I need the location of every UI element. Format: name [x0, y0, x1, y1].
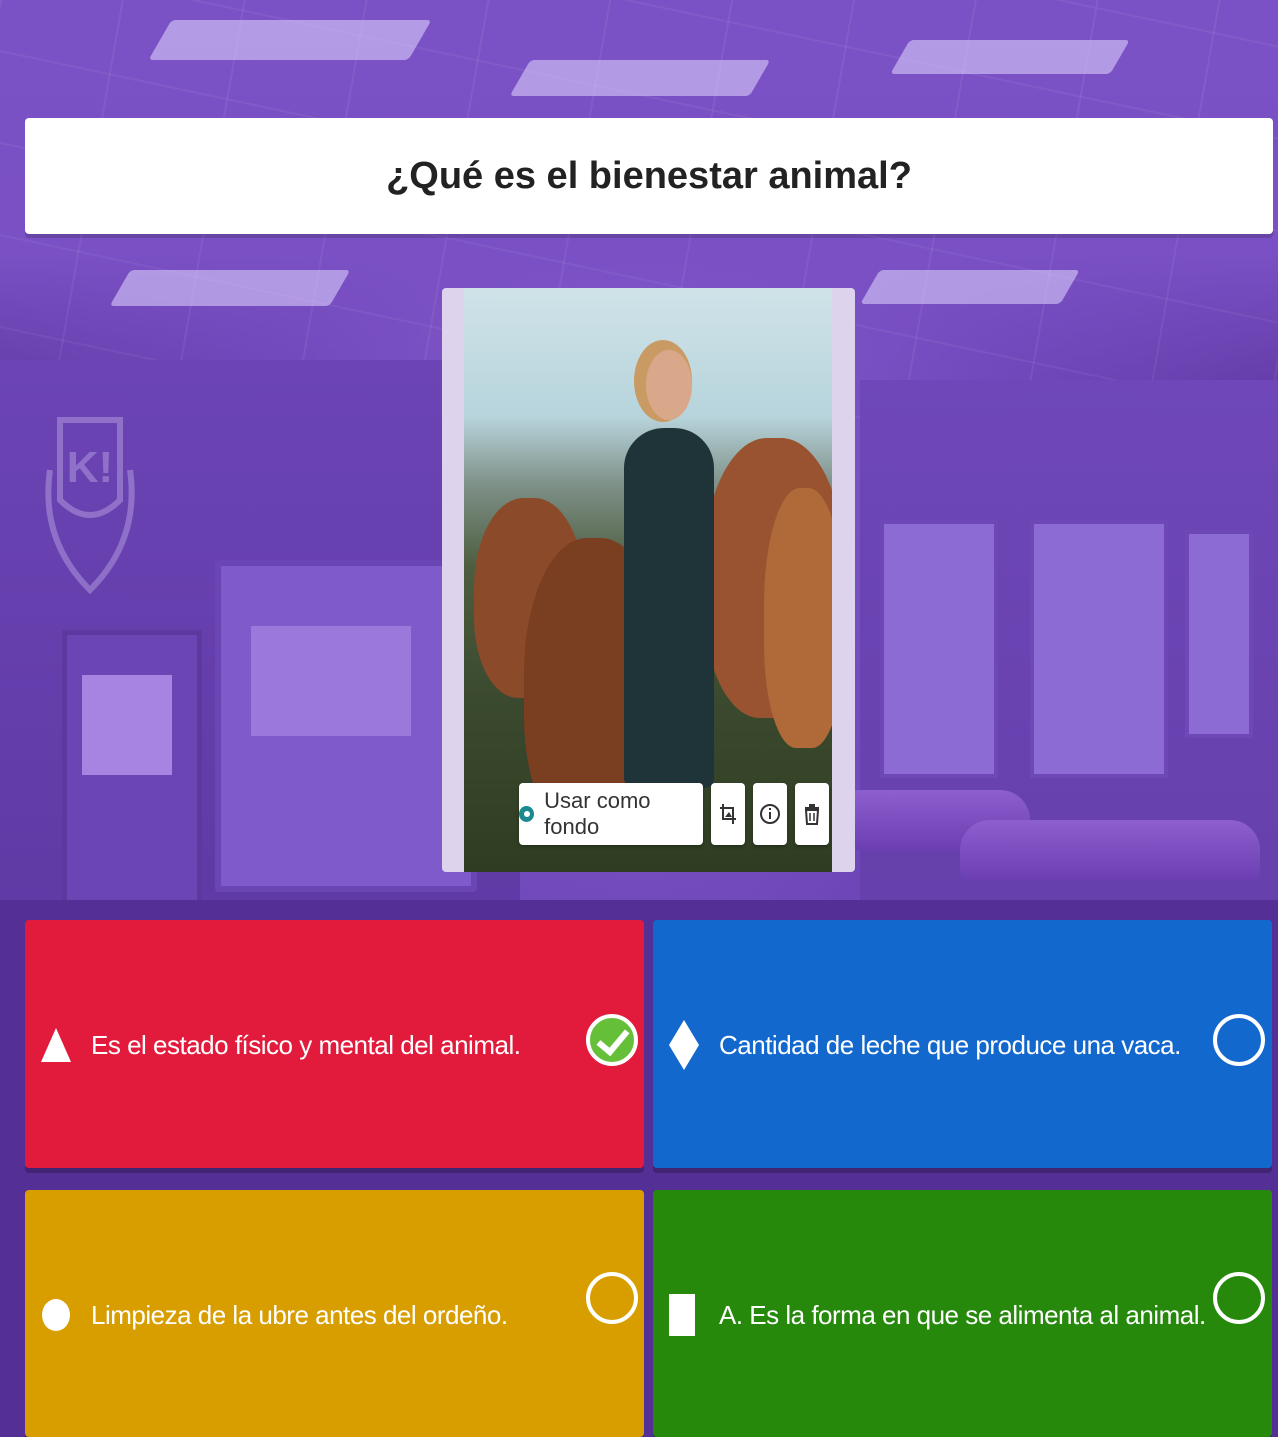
answer-option-1[interactable]: Es el estado físico y mental del animal.	[25, 920, 644, 1168]
answer-text: Cantidad de leche que produce una vaca.	[719, 1030, 1181, 1060]
question-title-bar[interactable]: ¿Qué es el bienestar animal?	[25, 118, 1273, 234]
circle-icon	[42, 1299, 70, 1331]
answer-text: Es el estado físico y mental del animal.	[91, 1030, 521, 1060]
answer-check-icon[interactable]	[1213, 1272, 1265, 1324]
person-shape	[624, 428, 714, 788]
use-as-background-button[interactable]: Usar como fondo	[519, 783, 703, 845]
kahoot-crest-icon: K!	[45, 417, 135, 595]
answer-option-4[interactable]: A. Es la forma en que se alimenta al ani…	[653, 1190, 1272, 1437]
crop-icon	[720, 804, 736, 824]
svg-text:K!: K!	[67, 443, 113, 492]
ceiling-light	[890, 40, 1130, 74]
use-as-background-label: Usar como fondo	[544, 788, 651, 839]
window	[880, 520, 998, 778]
square-icon	[669, 1294, 695, 1336]
answer-check-icon[interactable]	[1213, 1014, 1265, 1066]
ceiling-light	[148, 20, 432, 60]
crop-button[interactable]	[711, 783, 745, 845]
desk	[960, 820, 1260, 880]
info-button[interactable]	[753, 783, 787, 845]
info-icon	[760, 804, 780, 824]
diamond-icon	[669, 1020, 699, 1070]
person-head-shape	[646, 350, 692, 420]
ceiling-light	[109, 270, 351, 306]
window	[1030, 520, 1168, 778]
window	[1185, 530, 1253, 738]
ceiling-light	[860, 270, 1080, 304]
cow-shape	[764, 488, 832, 748]
answer-option-2[interactable]: Cantidad de leche que produce una vaca.	[653, 920, 1272, 1168]
answer-text: Limpieza de la ubre antes del ordeño.	[91, 1300, 508, 1330]
whiteboard	[215, 560, 477, 892]
question-image-card: Usar como fondo	[442, 288, 855, 872]
answer-text: A. Es la forma en que se alimenta al ani…	[719, 1300, 1206, 1330]
image-toolbar: Usar como fondo	[519, 783, 829, 845]
answer-check-icon[interactable]	[586, 1272, 638, 1324]
door	[62, 630, 202, 930]
trash-icon	[804, 804, 820, 825]
question-text: ¿Qué es el bienestar animal?	[386, 154, 912, 197]
background-icon	[519, 806, 535, 822]
delete-button[interactable]	[795, 783, 829, 845]
triangle-icon	[41, 1028, 71, 1062]
answer-option-3[interactable]: Limpieza de la ubre antes del ordeño.	[25, 1190, 644, 1437]
correct-answer-check-icon[interactable]	[586, 1014, 638, 1066]
ceiling-light	[509, 60, 771, 96]
